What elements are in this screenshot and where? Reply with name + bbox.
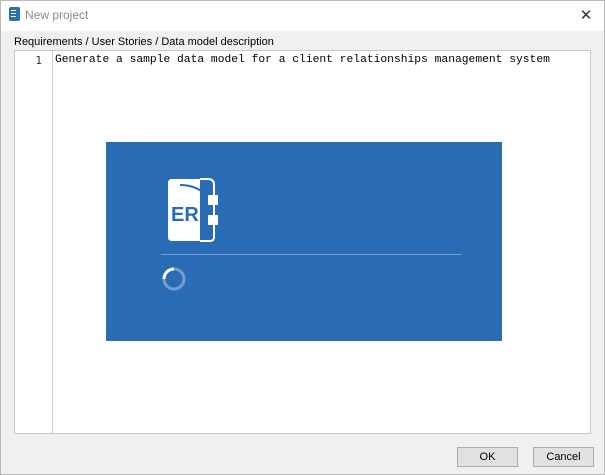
cancel-button[interactable]: Cancel bbox=[533, 447, 594, 467]
window-title: New project bbox=[25, 8, 89, 22]
logo-text: ER bbox=[171, 204, 199, 226]
splash-divider bbox=[161, 254, 462, 255]
title-bar: New project ✕ bbox=[1, 1, 604, 31]
app-icon bbox=[9, 7, 20, 21]
er-logo-icon: ER bbox=[168, 178, 218, 242]
description-label: Requirements / User Stories / Data model… bbox=[14, 36, 274, 48]
line-number: 1 bbox=[35, 54, 42, 67]
loading-spinner-icon bbox=[162, 267, 186, 291]
ok-button[interactable]: OK bbox=[457, 447, 518, 467]
line-number-gutter: 1 bbox=[15, 51, 53, 433]
editor-line[interactable]: Generate a sample data model for a clien… bbox=[55, 54, 550, 66]
loading-splash: ER bbox=[106, 142, 502, 341]
description-editor[interactable]: 1 Generate a sample data model for a cli… bbox=[14, 50, 591, 434]
close-icon: ✕ bbox=[579, 7, 593, 24]
new-project-dialog: New project ✕ Requirements / User Storie… bbox=[0, 0, 605, 475]
close-button[interactable]: ✕ bbox=[568, 1, 604, 29]
